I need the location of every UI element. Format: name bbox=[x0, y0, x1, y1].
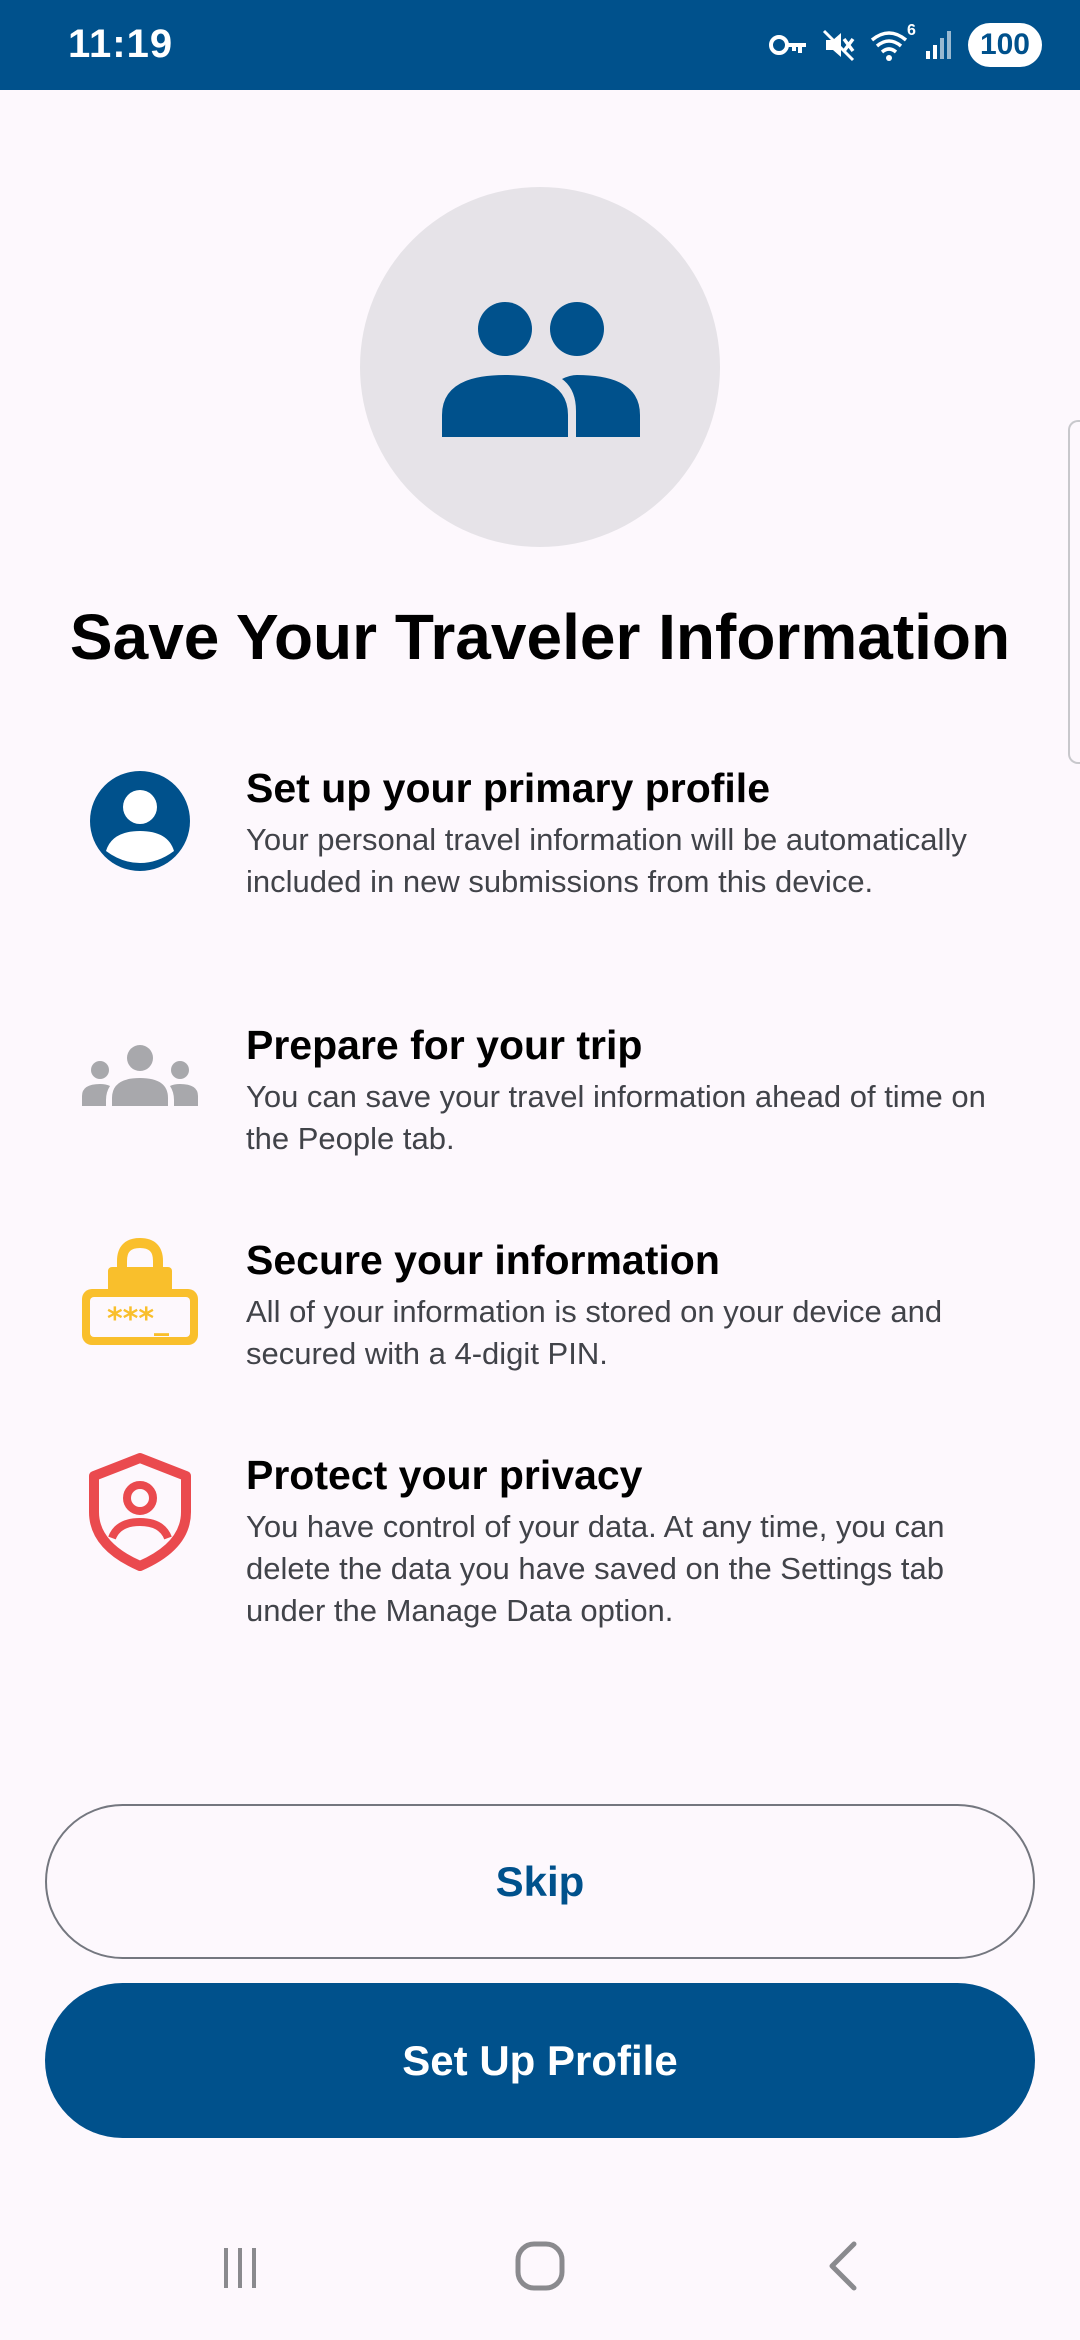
status-icons: 6 100 bbox=[768, 22, 1042, 68]
people-icon bbox=[78, 1022, 202, 1146]
page-title: Save Your Traveler Information bbox=[69, 601, 1011, 673]
battery-indicator: 100 bbox=[967, 23, 1042, 67]
home-icon[interactable] bbox=[500, 2240, 580, 2300]
skip-button-label: Skip bbox=[495, 1857, 585, 1905]
vpn-key-icon bbox=[768, 30, 808, 60]
wifi-icon: 6 bbox=[870, 22, 916, 62]
profile-icon bbox=[78, 765, 202, 889]
feature-title: Prepare for your trip bbox=[246, 1022, 643, 1068]
status-bar: 11:19 6 100 bbox=[0, 0, 1080, 90]
feature-title: Secure your information bbox=[246, 1237, 720, 1283]
pin-text: ***_ bbox=[107, 1302, 169, 1337]
signal-icon bbox=[924, 29, 954, 61]
feature-description: You have control of your data. At any ti… bbox=[246, 1509, 945, 1628]
feature-description: All of your information is stored on you… bbox=[246, 1294, 943, 1371]
feature-description: Your personal travel information will be… bbox=[246, 822, 967, 899]
set-up-profile-button[interactable]: Set Up Profile bbox=[45, 1983, 1035, 2138]
back-icon[interactable] bbox=[804, 2240, 884, 2300]
status-time: 11:19 bbox=[68, 22, 174, 66]
privacy-shield-icon bbox=[78, 1452, 202, 1576]
navigation-bar bbox=[0, 2220, 1080, 2320]
edge-panel-handle[interactable] bbox=[1068, 420, 1080, 764]
skip-button[interactable]: Skip bbox=[45, 1804, 1035, 1959]
feature-title: Set up your primary profile bbox=[246, 765, 770, 811]
lock-pin-icon: ***_ bbox=[78, 1237, 202, 1361]
wifi-label: 6 bbox=[907, 22, 916, 39]
feature-description: You can save your travel information ahe… bbox=[246, 1079, 986, 1156]
recent-apps-icon[interactable] bbox=[200, 2240, 280, 2300]
hero-circle bbox=[360, 187, 720, 547]
set-up-profile-button-label: Set Up Profile bbox=[402, 2036, 678, 2084]
mute-icon bbox=[822, 28, 856, 62]
screen: 11:19 6 100 Save Your Traveler Informati… bbox=[0, 0, 1080, 2340]
feature-title: Protect your privacy bbox=[246, 1452, 643, 1498]
